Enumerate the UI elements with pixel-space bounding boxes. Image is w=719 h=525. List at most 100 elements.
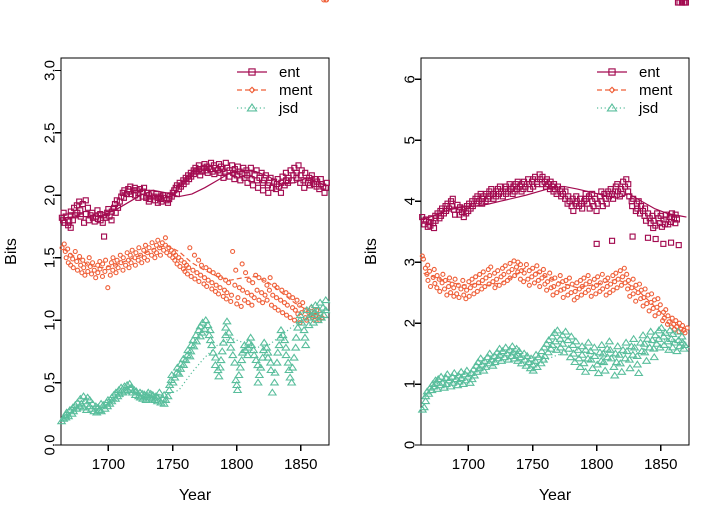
y-tick-label: 2 [402, 319, 419, 327]
data-point-ment [264, 297, 270, 303]
data-point-ment [77, 253, 83, 260]
data-point-ment [238, 303, 244, 309]
data-point-ment [593, 291, 599, 297]
data-point-ment [232, 282, 238, 288]
panel-right: 0 1 2 3 4 5 6 1700 1750 1800 1850 Year Bits ent ment js… [360, 0, 719, 525]
data-point-ment [492, 285, 498, 291]
data-point-ent [84, 204, 92, 211]
data-point-ment [585, 273, 591, 279]
data-point-ment [425, 277, 431, 283]
data-point-ment [198, 272, 204, 278]
legend[interactable]: entmentjsd [237, 64, 313, 117]
data-point-ment [146, 245, 152, 251]
data-point-ent [277, 189, 285, 196]
data-point-ment [652, 313, 658, 319]
data-point-ment [494, 276, 500, 282]
data-point-ment [280, 310, 286, 316]
data-point-ent [625, 188, 632, 195]
data-point-ment [243, 270, 249, 276]
data-point-ment [187, 245, 193, 251]
data-point-jsd [641, 356, 652, 364]
legend-label-ent: ent [279, 64, 301, 81]
panel-left: 0.0 0.5 1.0 1.5 2.0 2.5 3.0 1700 1750 1800 1850 Yea… [0, 0, 359, 525]
data-point-ment [86, 255, 92, 261]
data-point-ent [608, 237, 616, 244]
data-point-ment [82, 272, 88, 278]
x-tick-label: 1750 [156, 456, 189, 473]
data-point-ment [224, 290, 230, 296]
data-point-ment [294, 297, 300, 303]
data-point-ment [644, 301, 650, 307]
data-point-ment [566, 275, 572, 281]
data-point-jsd [300, 333, 310, 341]
data-point-ment [466, 293, 472, 299]
data-point-jsd [633, 368, 644, 377]
data-point-ment [120, 255, 126, 261]
data-point-ment [228, 292, 235, 298]
data-point-ment [275, 307, 281, 313]
data-point-ent [629, 233, 636, 240]
data-point-ent [321, 189, 328, 196]
y-tick-label: 2.5 [42, 122, 59, 143]
data-point-ment [292, 307, 298, 313]
y-tick-label: 0.5 [42, 372, 59, 393]
data-point-ment [534, 263, 540, 269]
data-point-ment [617, 268, 623, 274]
data-point-ment [99, 273, 106, 280]
data-point-jsd [621, 338, 631, 346]
data-point-ent [254, 184, 262, 191]
data-point-ment [105, 285, 111, 291]
x-tick-label: 1750 [516, 456, 549, 473]
data-point-ment [240, 287, 246, 293]
data-point-ment [521, 270, 527, 276]
data-point-ment [487, 273, 493, 279]
data-point-jsd [596, 340, 607, 349]
y-tick-label: 1.5 [42, 247, 59, 268]
series-ent [58, 159, 330, 240]
data-point-ent [259, 187, 267, 194]
data-point-ment [290, 295, 296, 301]
data-point-ment [284, 302, 290, 308]
data-point-ment [110, 255, 116, 261]
y-tick-label: 6 [402, 75, 419, 83]
data-point-ment [625, 286, 631, 292]
y-tick-label: 4 [402, 197, 419, 205]
series-ent [419, 0, 690, 249]
data-point-ment [568, 290, 574, 296]
data-point-ment [581, 275, 587, 281]
data-point-ent [644, 234, 652, 241]
data-point-jsd [269, 378, 280, 386]
data-point-ment [624, 271, 630, 277]
data-point-ment [115, 265, 121, 271]
data-point-ment [291, 317, 298, 323]
data-point-ment [483, 275, 489, 281]
data-point-ment [507, 260, 513, 266]
data-point-ment [63, 255, 69, 261]
data-point-jsd [659, 340, 669, 349]
data-point-jsd [289, 353, 299, 361]
data-point-jsd [609, 371, 620, 379]
data-point-jsd [625, 364, 635, 372]
data-point-ment [595, 274, 601, 280]
data-point-jsd [560, 327, 571, 335]
data-point-ment [502, 263, 508, 269]
data-point-ment [537, 283, 543, 290]
data-point-ment [267, 275, 273, 281]
legend[interactable]: entmentjsd [597, 64, 673, 117]
data-point-ment [72, 248, 78, 255]
data-point-ment [250, 280, 256, 286]
data-point-ment [608, 281, 614, 287]
data-point-ment [136, 245, 142, 251]
data-point-ment [588, 293, 594, 299]
data-point-ment [488, 264, 494, 270]
data-point-ment [235, 295, 241, 301]
data-point-ment [251, 295, 257, 301]
data-point-jsd [225, 343, 236, 351]
data-point-ment [547, 270, 553, 276]
data-point-jsd [541, 339, 552, 347]
data-point-ment [287, 315, 293, 321]
x-axis-title: Year [539, 487, 572, 504]
data-point-ent [100, 233, 108, 240]
data-point-ment [646, 308, 652, 314]
series-jsd [417, 323, 690, 413]
